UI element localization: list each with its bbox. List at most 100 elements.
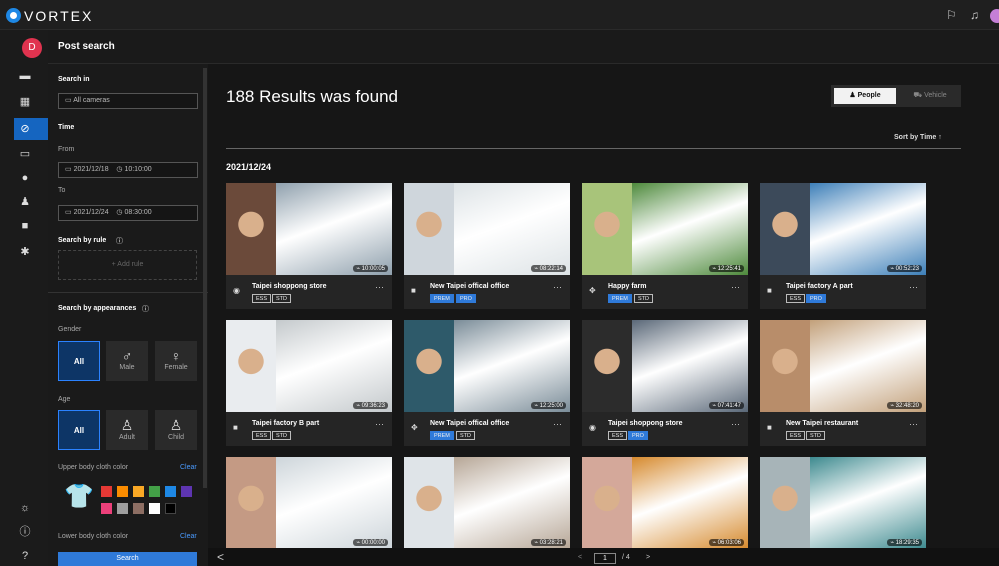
color-swatch[interactable] [149, 503, 160, 514]
alert-bell-icon[interactable]: ● [14, 168, 36, 188]
gender-male[interactable]: ♂ Male [106, 341, 148, 381]
gender-label: Gender [58, 326, 82, 333]
age-adult[interactable]: ♙ Adult [106, 410, 148, 450]
to-datetime-field[interactable]: ▭ 2021/12/24 ◷ 08:30:00 [58, 205, 198, 221]
people-toggle-button[interactable]: ♟ People [834, 88, 896, 104]
archive-icon[interactable]: ▭ [14, 144, 36, 164]
result-card[interactable]: ⌁ 12:25:00 ✥ New Taipei offical office ··· P… [404, 320, 570, 446]
rule-info-icon[interactable]: ⓘ [116, 236, 123, 246]
scene-thumbnail: ⌁ 12:25:00 [454, 320, 570, 412]
result-card[interactable]: ⌁ 10:00:05 ◉ Taipei shoppong store ··· ESS ST… [226, 183, 392, 309]
camera-name: Taipei shoppong store [252, 283, 327, 290]
page-total: / 4 [622, 554, 630, 561]
vehicle-toggle-button[interactable]: ⛟ Vehicle [904, 88, 956, 104]
color-swatch[interactable] [165, 486, 176, 497]
more-options-icon[interactable]: ··· [375, 419, 384, 429]
result-card[interactable]: ⌁ 06:03:06 [582, 457, 748, 549]
next-page-button[interactable]: > [646, 554, 650, 561]
scene-thumbnail: ⌁ 07:41:47 [632, 320, 748, 412]
result-card[interactable]: ⌁ 00:00:00 [226, 457, 392, 549]
timestamp-badge: ⌁ 07:41:47 [709, 402, 744, 409]
result-card[interactable]: ⌁ 03:28:21 [404, 457, 570, 549]
upper-clear-link[interactable]: Clear [180, 464, 197, 471]
prev-page-button[interactable]: < [217, 550, 224, 564]
pager-prev-small[interactable]: < [578, 554, 582, 561]
camera-name: Taipei factory B part [252, 420, 320, 427]
color-swatch[interactable] [149, 486, 160, 497]
bell-icon[interactable]: ♫ [970, 8, 979, 22]
result-card[interactable]: ⌁ 07:41:47 ◉ Taipei shoppong store ··· ESS PR… [582, 320, 748, 446]
settings-gear-icon[interactable]: ✱ [14, 242, 36, 262]
sidebar-scrollbar[interactable] [203, 68, 207, 488]
timestamp-badge: ⌁ 06:03:06 [709, 539, 744, 546]
user-avatar[interactable] [990, 9, 999, 23]
license-tag: PREM [608, 294, 632, 303]
color-swatch[interactable] [133, 503, 144, 514]
face-thumbnail [404, 320, 454, 412]
info-icon[interactable]: ⓘ [14, 522, 36, 542]
gender-female[interactable]: ♀ Female [155, 341, 197, 381]
video-icon[interactable]: ■ [14, 216, 36, 236]
results-divider [226, 148, 961, 149]
more-options-icon[interactable]: ··· [731, 282, 740, 292]
camera-select[interactable]: ▭ All cameras [58, 93, 198, 109]
add-rule-button[interactable]: + Add rule [58, 250, 197, 280]
license-tag: STD [456, 431, 475, 440]
person-icon[interactable]: ♟ [14, 192, 36, 212]
to-label: To [58, 187, 66, 194]
avatar[interactable]: D [22, 38, 42, 58]
sort-button[interactable]: Sort by Time ↑ [894, 134, 942, 141]
camera-icon: ■ [411, 286, 416, 295]
color-swatch[interactable] [165, 503, 176, 514]
search-in-label: Search in [58, 76, 90, 83]
appearance-info-icon[interactable]: ⓘ [142, 304, 149, 314]
search-button[interactable]: Search [58, 552, 197, 566]
page-input[interactable]: 1 [594, 553, 616, 564]
result-card[interactable]: ⌁ 08:22:14 ■ New Taipei offical office ··· P… [404, 183, 570, 309]
people-label: People [857, 92, 881, 99]
eye-icon: ◉ [233, 286, 240, 295]
color-swatch[interactable] [133, 486, 144, 497]
from-datetime-field[interactable]: ▭ 2021/12/18 ◷ 10:10:00 [58, 162, 198, 178]
top-bar [0, 0, 999, 30]
color-swatch[interactable] [117, 503, 128, 514]
brand-name: VORTEX [24, 8, 94, 24]
result-card[interactable]: ⌁ 32:48:20 ■ New Taipei restaurant ··· ESS ST… [760, 320, 926, 446]
timestamp-badge: ⌁ 12:25:00 [531, 402, 566, 409]
color-swatch[interactable] [101, 486, 112, 497]
lower-clear-link[interactable]: Clear [180, 533, 197, 540]
face-thumbnail [226, 183, 276, 275]
megaphone-icon[interactable]: ⚐ [946, 8, 957, 22]
layout-icon[interactable]: ▦ [14, 92, 36, 112]
color-swatch[interactable] [181, 486, 192, 497]
scene-thumbnail: ⌁ 00:52:23 [810, 183, 926, 275]
age-all[interactable]: All [58, 410, 100, 450]
brightness-icon[interactable]: ☼ [14, 498, 36, 518]
post-search-icon[interactable]: ⊘ [14, 119, 36, 139]
rule-label: Search by rule [58, 237, 107, 244]
gender-all-label: All [73, 357, 85, 366]
folder-icon[interactable]: ▬ [14, 66, 36, 86]
gender-all[interactable]: All [58, 341, 100, 381]
license-tag: PRO [456, 294, 476, 303]
result-card[interactable]: ⌁ 09:36:23 ■ Taipei factory B part ··· ESS ST… [226, 320, 392, 446]
help-icon[interactable]: ? [14, 546, 36, 566]
more-options-icon[interactable]: ··· [731, 419, 740, 429]
result-card[interactable]: ⌁ 00:52:23 ■ Taipei factory A part ··· ESS PR… [760, 183, 926, 309]
age-child[interactable]: ♙ Child [155, 410, 197, 450]
to-date: 2021/12/24 [73, 209, 109, 216]
scene-thumbnail: ⌁ 18:29:35 [810, 457, 926, 549]
result-card[interactable]: ⌁ 12:25:41 ✥ Happy farm ··· PREM STD [582, 183, 748, 309]
male-icon: ♂ [121, 348, 133, 364]
more-options-icon[interactable]: ··· [375, 282, 384, 292]
camera-name: Taipei factory A part [786, 283, 853, 290]
more-options-icon[interactable]: ··· [909, 282, 918, 292]
appearance-label: Search by appearances [58, 305, 137, 312]
more-options-icon[interactable]: ··· [909, 419, 918, 429]
color-swatch[interactable] [101, 503, 112, 514]
color-swatch[interactable] [117, 486, 128, 497]
result-card[interactable]: ⌁ 18:29:35 [760, 457, 926, 549]
camera-name: New Taipei offical office [430, 420, 510, 427]
more-options-icon[interactable]: ··· [553, 282, 562, 292]
more-options-icon[interactable]: ··· [553, 419, 562, 429]
